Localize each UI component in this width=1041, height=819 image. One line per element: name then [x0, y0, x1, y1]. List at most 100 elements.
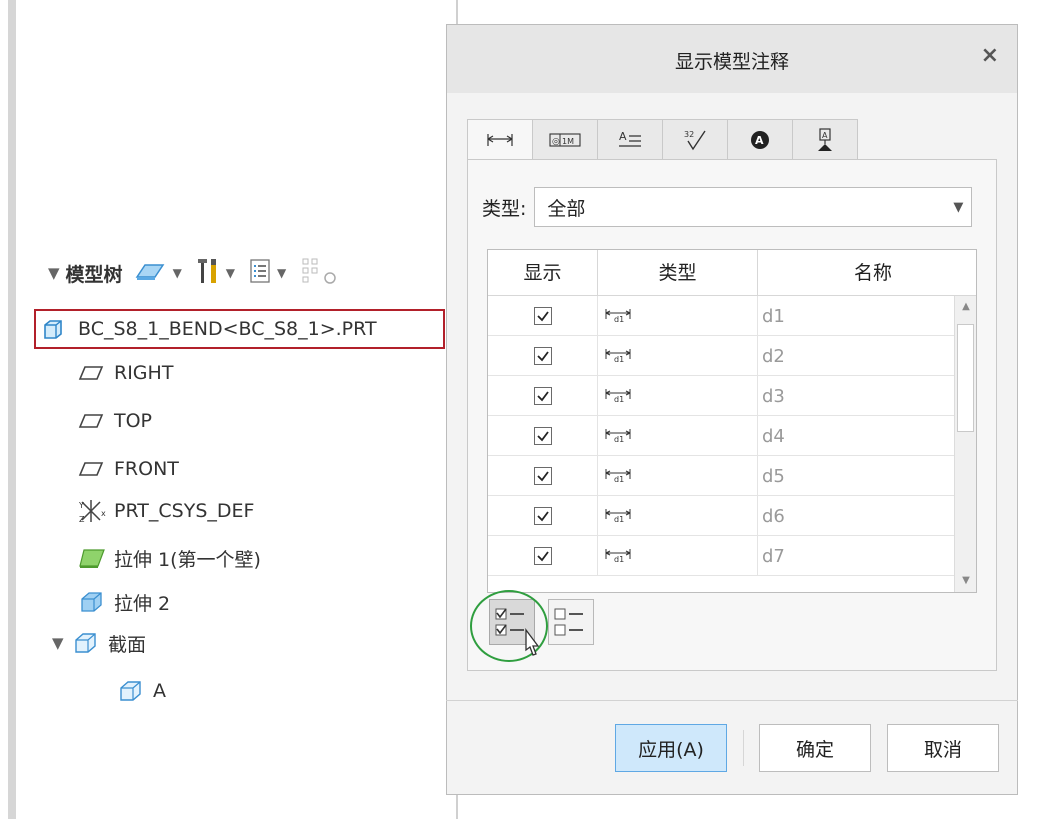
scroll-up-icon[interactable]: ▲: [955, 296, 977, 318]
tree-item-label: 截面: [108, 633, 147, 656]
svg-text:Z: Z: [79, 515, 85, 524]
extrude-icon: [78, 590, 108, 614]
svg-text:d1: d1: [614, 395, 624, 404]
tree-item-top[interactable]: TOP: [78, 406, 152, 436]
dimension-tab-icon[interactable]: [467, 119, 533, 160]
tree-item-sections[interactable]: ▼ 截面: [52, 628, 146, 658]
collapse-triangle-icon[interactable]: ▼: [48, 264, 60, 282]
table-row[interactable]: d1 d3: [488, 376, 954, 416]
show-cell: [488, 536, 598, 576]
symbol-tab-icon[interactable]: A: [727, 119, 793, 159]
footer-divider: [446, 700, 1018, 701]
tree-item-section-a[interactable]: A: [117, 676, 166, 706]
list-view-icon[interactable]: [249, 258, 271, 288]
dimension-type-icon: d1: [605, 309, 631, 324]
tree-filter-icon[interactable]: [300, 256, 340, 290]
svg-text:A: A: [755, 134, 764, 147]
svg-text:d1: d1: [614, 515, 624, 524]
tree-item-label: PRT_CSYS_DEF: [114, 500, 255, 522]
svg-text:A: A: [822, 131, 828, 140]
datum-plane-icon: [78, 457, 108, 481]
section-icon: [117, 679, 147, 703]
svg-text:d1: d1: [614, 315, 624, 324]
tree-item-label: RIGHT: [114, 362, 174, 384]
name-cell: d6: [762, 505, 785, 527]
name-cell: d3: [762, 385, 785, 407]
chevron-down-icon[interactable]: ▼: [277, 266, 286, 280]
type-cell: d1: [598, 296, 758, 336]
ok-button[interactable]: 确定: [759, 724, 871, 772]
table-scrollbar[interactable]: ▲ ▼: [954, 296, 976, 592]
checkmark-icon: [536, 351, 549, 362]
model-tree-toolbar: ▼ 模型树 ▼ ▼ ▼: [48, 255, 448, 291]
show-checkbox[interactable]: [533, 347, 552, 365]
note-tab-icon[interactable]: A: [597, 119, 663, 159]
chevron-down-icon[interactable]: ▼: [173, 266, 182, 280]
table-row[interactable]: d1 d6: [488, 496, 954, 536]
scroll-down-icon[interactable]: ▼: [955, 570, 977, 592]
dimension-type-icon: d1: [605, 389, 631, 404]
tree-item-csys[interactable]: YZx PRT_CSYS_DEF: [78, 496, 254, 526]
column-header-show[interactable]: 显示: [488, 250, 598, 296]
chevron-down-icon[interactable]: ▼: [226, 266, 235, 280]
checkmark-icon: [536, 391, 549, 402]
tree-item-label: TOP: [114, 410, 153, 432]
type-dropdown-value: 全部: [547, 197, 586, 220]
dimension-type-icon: d1: [605, 429, 631, 444]
tree-item-right[interactable]: RIGHT: [78, 358, 173, 388]
type-cell: d1: [598, 456, 758, 496]
tree-item-label: 拉伸 1(第一个壁): [114, 548, 261, 571]
show-cell: [488, 296, 598, 336]
display-style-icon[interactable]: [133, 259, 167, 287]
expand-triangle-icon[interactable]: ▼: [52, 634, 72, 652]
scrollbar-thumb[interactable]: [957, 324, 974, 432]
table-body: d1 d1 d1 d2 d1 d3 d1 d4 d1 d5 d1 d6 d1 d…: [488, 296, 954, 576]
svg-text:A: A: [619, 130, 627, 143]
tree-item-front[interactable]: FRONT: [78, 454, 179, 484]
table-row[interactable]: d1 d1: [488, 296, 954, 336]
show-cell: [488, 416, 598, 456]
show-cell: [488, 376, 598, 416]
gtol-tab-icon[interactable]: ◎ 1M: [532, 119, 598, 159]
column-header-name[interactable]: 名称: [758, 250, 954, 296]
type-dropdown[interactable]: 全部 ▼: [534, 187, 973, 227]
table-row[interactable]: d1 d4: [488, 416, 954, 456]
datum-plane-icon: [78, 361, 108, 385]
model-tree-panel: ▼ 模型树 ▼ ▼ ▼ BC_S8_1_BEND<BC_S8_1>.PRT RI…: [0, 0, 458, 819]
show-checkbox[interactable]: [533, 427, 552, 445]
annotation-type-tabs: ◎ 1M A 32 A A: [467, 119, 858, 160]
svg-text:◎: ◎: [552, 137, 560, 147]
tree-item-part[interactable]: BC_S8_1_BEND<BC_S8_1>.PRT: [42, 314, 377, 344]
surface-finish-tab-icon[interactable]: 32: [662, 119, 728, 159]
deselect-all-button[interactable]: [548, 599, 594, 645]
checkmark-icon: [536, 511, 549, 522]
settings-tools-icon[interactable]: [196, 257, 220, 289]
datum-plane-icon: [78, 409, 108, 433]
tree-item-extrude-1[interactable]: 拉伸 1(第一个壁): [78, 543, 261, 573]
type-cell: d1: [598, 416, 758, 456]
svg-text:32: 32: [684, 130, 694, 139]
svg-text:d1: d1: [614, 355, 624, 364]
show-checkbox[interactable]: [533, 507, 552, 525]
table-row[interactable]: d1 d7: [488, 536, 954, 576]
svg-text:d1: d1: [614, 435, 624, 444]
table-row[interactable]: d1 d2: [488, 336, 954, 376]
checkmark-icon: [536, 551, 549, 562]
show-checkbox[interactable]: [533, 387, 552, 405]
show-checkbox[interactable]: [533, 547, 552, 565]
tree-item-extrude-2[interactable]: 拉伸 2: [78, 587, 170, 617]
table-row[interactable]: d1 d5: [488, 456, 954, 496]
cancel-button[interactable]: 取消: [887, 724, 999, 772]
close-icon[interactable]: ×: [981, 43, 999, 68]
table-header: 显示 类型 名称: [488, 250, 976, 296]
datum-tab-icon[interactable]: A: [792, 119, 858, 159]
apply-button[interactable]: 应用(A): [615, 724, 727, 772]
column-header-type[interactable]: 类型: [598, 250, 758, 296]
part-icon: [42, 317, 72, 341]
dialog-title-bar[interactable]: 显示模型注释 ×: [447, 25, 1017, 93]
type-cell: d1: [598, 496, 758, 536]
show-checkbox[interactable]: [533, 467, 552, 485]
show-checkbox[interactable]: [533, 307, 552, 325]
checkmark-icon: [536, 471, 549, 482]
dialog-title: 显示模型注释: [674, 51, 789, 73]
